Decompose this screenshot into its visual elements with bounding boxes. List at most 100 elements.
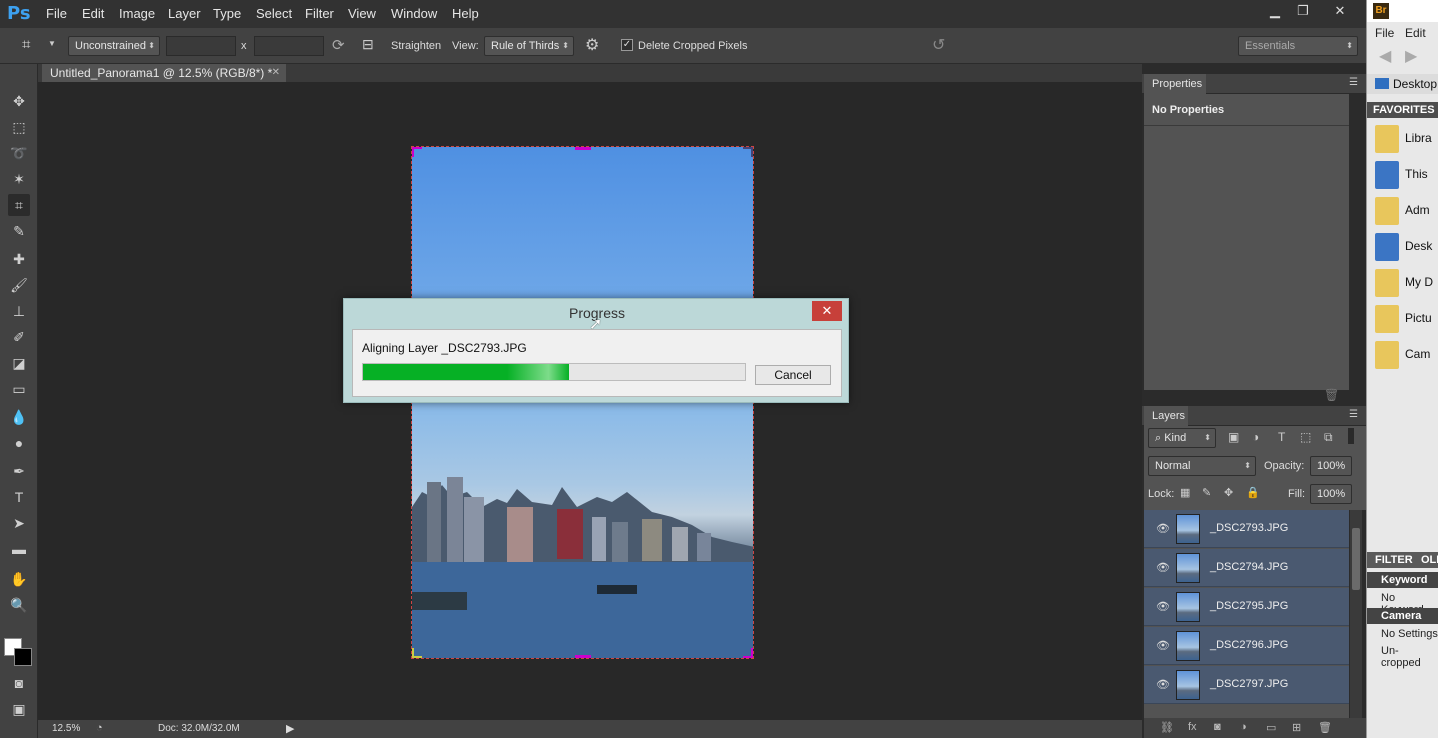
keywords-header[interactable]: Keyword xyxy=(1367,572,1438,588)
healing-brush-tool-icon[interactable]: ✚ xyxy=(8,248,30,270)
view-overlay-select[interactable]: Rule of Thirds ⬍ xyxy=(484,36,574,56)
height-field[interactable] xyxy=(254,36,324,56)
reset-icon[interactable]: ↺ xyxy=(932,35,945,55)
opacity-field[interactable]: 100% xyxy=(1310,456,1352,476)
layers-tab[interactable]: Layers xyxy=(1144,406,1188,426)
path-crumb[interactable]: Desktop xyxy=(1393,77,1437,91)
quick-mask-icon[interactable]: ◙ xyxy=(8,672,30,694)
lock-paint-icon[interactable]: ✎ xyxy=(1202,486,1211,499)
swap-icon[interactable]: ⟳ xyxy=(332,36,345,54)
magic-wand-tool-icon[interactable]: ✶ xyxy=(8,168,30,190)
favorite-item[interactable]: This xyxy=(1375,160,1438,194)
dodge-tool-icon[interactable]: ● xyxy=(8,432,30,454)
blend-mode-select[interactable]: Normal ⬍ xyxy=(1148,456,1256,476)
ratio-select[interactable]: Unconstrained ⬍ xyxy=(68,36,160,56)
eye-icon[interactable]: 👁 xyxy=(1156,678,1170,691)
layer-row[interactable]: 👁 _DSC2794.JPG xyxy=(1144,549,1349,587)
camera-header[interactable]: Camera xyxy=(1367,608,1438,624)
layer-row[interactable]: 👁 _DSC2795.JPG xyxy=(1144,588,1349,626)
eye-icon[interactable]: 👁 xyxy=(1156,561,1170,574)
favorite-item[interactable]: Libra xyxy=(1375,124,1438,158)
hand-tool-icon[interactable]: ✋ xyxy=(8,568,30,590)
menu-layer[interactable]: Layer xyxy=(168,6,201,21)
screen-mode-icon[interactable]: ▣ xyxy=(8,698,30,720)
marquee-tool-icon[interactable]: ⬚ xyxy=(8,116,30,138)
menu-window[interactable]: Window xyxy=(391,6,437,21)
window-close-button[interactable]: ✕ xyxy=(1318,2,1362,20)
eye-icon[interactable]: 👁 xyxy=(1156,600,1170,613)
delete-layer-icon[interactable]: 🗑 xyxy=(1318,721,1332,734)
restore-button[interactable]: ❐ xyxy=(1290,2,1316,20)
pen-tool-icon[interactable]: ✒ xyxy=(8,460,30,482)
panel-menu-icon[interactable]: ☰ xyxy=(1349,409,1358,420)
gradient-tool-icon[interactable]: ▭ xyxy=(8,378,30,400)
crop-handle-bottom-right[interactable] xyxy=(743,648,753,658)
lock-all-icon[interactable]: 🔒 xyxy=(1246,486,1260,499)
favorite-item[interactable]: Adm xyxy=(1375,196,1438,230)
crop-handle-top-right[interactable] xyxy=(743,147,753,157)
blur-tool-icon[interactable]: 💧 xyxy=(8,406,30,428)
favorite-item[interactable]: Cam xyxy=(1375,340,1438,374)
brush-tool-icon[interactable]: 🖌 xyxy=(8,274,30,296)
eye-icon[interactable]: 👁 xyxy=(1156,522,1170,535)
scrollbar-thumb[interactable] xyxy=(1352,528,1360,590)
crop-handle-bottom-left[interactable] xyxy=(412,648,422,658)
filter-type-icon[interactable]: T xyxy=(1278,430,1285,444)
crop-tool-icon[interactable]: ⌗ xyxy=(8,194,30,216)
history-brush-tool-icon[interactable]: ✐ xyxy=(8,326,30,348)
move-tool-icon[interactable]: ✥ xyxy=(8,90,30,112)
eyedropper-tool-icon[interactable]: ✎ xyxy=(8,220,30,242)
lock-transparent-icon[interactable]: ▦ xyxy=(1180,486,1190,499)
lock-move-icon[interactable]: ✥ xyxy=(1224,486,1233,499)
menu-file[interactable]: File xyxy=(46,6,67,21)
share-icon[interactable]: ◔ xyxy=(96,722,103,734)
width-field[interactable] xyxy=(166,36,236,56)
status-menu-arrow-icon[interactable]: ▶ xyxy=(286,722,294,735)
bridge-menu-file[interactable]: File xyxy=(1375,26,1394,40)
minimize-button[interactable]: ▁ xyxy=(1262,2,1288,20)
filter-adjustment-icon[interactable]: ◑ xyxy=(1252,430,1259,444)
zoom-level[interactable]: 12.5% xyxy=(52,723,80,734)
back-arrow-icon[interactable]: ◀ xyxy=(1379,46,1391,66)
filter-smart-object-icon[interactable]: ⧉ xyxy=(1324,430,1333,445)
link-layers-icon[interactable]: ⛓ xyxy=(1160,721,1174,734)
collections-tab[interactable]: OLL xyxy=(1421,554,1438,566)
menu-edit[interactable]: Edit xyxy=(82,6,104,21)
cancel-button[interactable]: Cancel xyxy=(755,365,831,385)
menu-help[interactable]: Help xyxy=(452,6,479,21)
layer-row[interactable]: 👁 _DSC2797.JPG xyxy=(1144,666,1349,704)
properties-tab[interactable]: Properties xyxy=(1144,74,1206,94)
menu-select[interactable]: Select xyxy=(256,6,292,21)
close-tab-icon[interactable]: ✕ xyxy=(272,64,280,82)
layer-filter-select[interactable]: ⌕ Kind ⬍ xyxy=(1148,428,1216,448)
forward-arrow-icon[interactable]: ▶ xyxy=(1405,46,1417,66)
eye-icon[interactable]: 👁 xyxy=(1156,639,1170,652)
crop-handle-top-left[interactable] xyxy=(412,147,422,157)
fx-icon[interactable]: fx xyxy=(1188,721,1197,733)
new-group-icon[interactable]: ▭ xyxy=(1266,721,1276,734)
filter-shape-icon[interactable]: ⬚ xyxy=(1300,430,1311,444)
layer-row[interactable]: 👁 _DSC2793.JPG xyxy=(1144,510,1349,548)
favorite-item[interactable]: Pictu xyxy=(1375,304,1438,338)
type-tool-icon[interactable]: T xyxy=(8,486,30,508)
menu-view[interactable]: View xyxy=(348,6,376,21)
filter-toggle[interactable] xyxy=(1348,428,1354,444)
add-mask-icon[interactable]: ◙ xyxy=(1214,721,1221,733)
filter-tab[interactable]: FILTER xyxy=(1375,554,1413,566)
menu-filter[interactable]: Filter xyxy=(305,6,334,21)
path-selection-tool-icon[interactable]: ➤ xyxy=(8,512,30,534)
bridge-menu-edit[interactable]: Edit xyxy=(1405,26,1426,40)
preset-dropdown-icon[interactable]: ▼ xyxy=(48,39,56,48)
lasso-tool-icon[interactable]: ➰ xyxy=(8,142,30,164)
zoom-tool-icon[interactable]: 🔍 xyxy=(8,594,30,616)
new-layer-icon[interactable]: ⊞ xyxy=(1292,721,1301,734)
crop-tool-preset-icon[interactable]: ⌗ xyxy=(22,36,30,53)
panel-menu-icon[interactable]: ☰ xyxy=(1349,77,1358,88)
dialog-close-button[interactable]: ✕ xyxy=(812,301,842,321)
straighten-label[interactable]: Straighten xyxy=(391,40,441,52)
crop-handle-top[interactable] xyxy=(575,147,591,150)
crop-handle-bottom[interactable] xyxy=(575,655,591,658)
delete-cropped-checkbox[interactable]: ✓ xyxy=(621,39,633,51)
shape-tool-icon[interactable]: ▬ xyxy=(8,538,30,560)
document-tab[interactable]: Untitled_Panorama1 @ 12.5% (RGB/8*) * ✕ xyxy=(42,64,286,82)
